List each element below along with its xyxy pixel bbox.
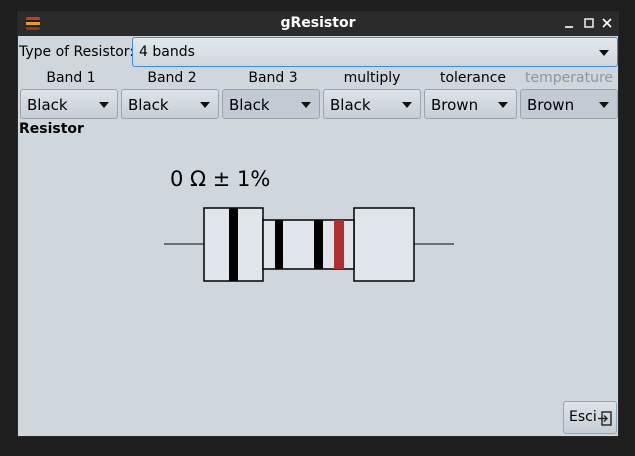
title-bar[interactable]: gResistor — [18, 12, 618, 36]
resistor-body — [262, 219, 355, 270]
band1-label: Band 1 — [46, 70, 96, 86]
close-icon[interactable] — [600, 16, 614, 30]
exit-button-label: Esci — [569, 409, 597, 425]
chevron-down-icon — [498, 102, 508, 108]
chevron-down-icon — [402, 102, 412, 108]
window-title: gResistor — [280, 15, 356, 31]
band3-value: Black — [229, 96, 270, 114]
exit-icon — [598, 411, 612, 426]
band1-select[interactable]: Black — [20, 89, 118, 119]
multiply-select[interactable]: Black — [323, 89, 421, 119]
tolerance-stripe — [334, 220, 344, 269]
resistor-cap-right — [353, 207, 415, 282]
band3-select: Black — [222, 89, 320, 119]
type-select-value: 4 bands — [139, 44, 195, 60]
chevron-down-icon — [200, 102, 210, 108]
multiply-stripe — [314, 220, 323, 269]
band2-value: Black — [128, 96, 169, 114]
tolerance-select[interactable]: Brown — [424, 89, 517, 119]
resistance-value: 0 Ω ± 1% — [170, 167, 271, 191]
temperature-select: Brown — [520, 89, 618, 119]
band2-label: Band 2 — [147, 70, 197, 86]
exit-button[interactable]: Esci — [563, 401, 617, 434]
band-2-stripe — [275, 220, 283, 269]
chevron-down-icon — [301, 102, 311, 108]
band1-value: Black — [27, 96, 68, 114]
band-1-stripe — [229, 208, 238, 281]
chevron-down-icon — [99, 102, 109, 108]
chevron-down-icon — [599, 50, 609, 56]
maximize-icon[interactable] — [582, 16, 596, 30]
multiply-value: Black — [330, 96, 371, 114]
chevron-down-icon — [599, 102, 609, 108]
resistor-section-label: Resistor — [19, 121, 84, 137]
resistor-cap-left — [203, 207, 264, 282]
type-select[interactable]: 4 bands — [132, 37, 618, 67]
tolerance-label: tolerance — [439, 70, 507, 86]
app-window: gResistor Type of Resistor: 4 bands Band… — [17, 11, 619, 437]
minimize-icon[interactable] — [562, 16, 576, 30]
temperature-label: temperature — [525, 70, 613, 86]
band3-label: Band 3 — [248, 70, 298, 86]
type-label: Type of Resistor: — [19, 44, 135, 60]
band2-select[interactable]: Black — [121, 89, 219, 119]
multiply-label: multiply — [343, 70, 401, 86]
tolerance-value: Brown — [431, 96, 479, 114]
temperature-value: Brown — [527, 96, 575, 114]
